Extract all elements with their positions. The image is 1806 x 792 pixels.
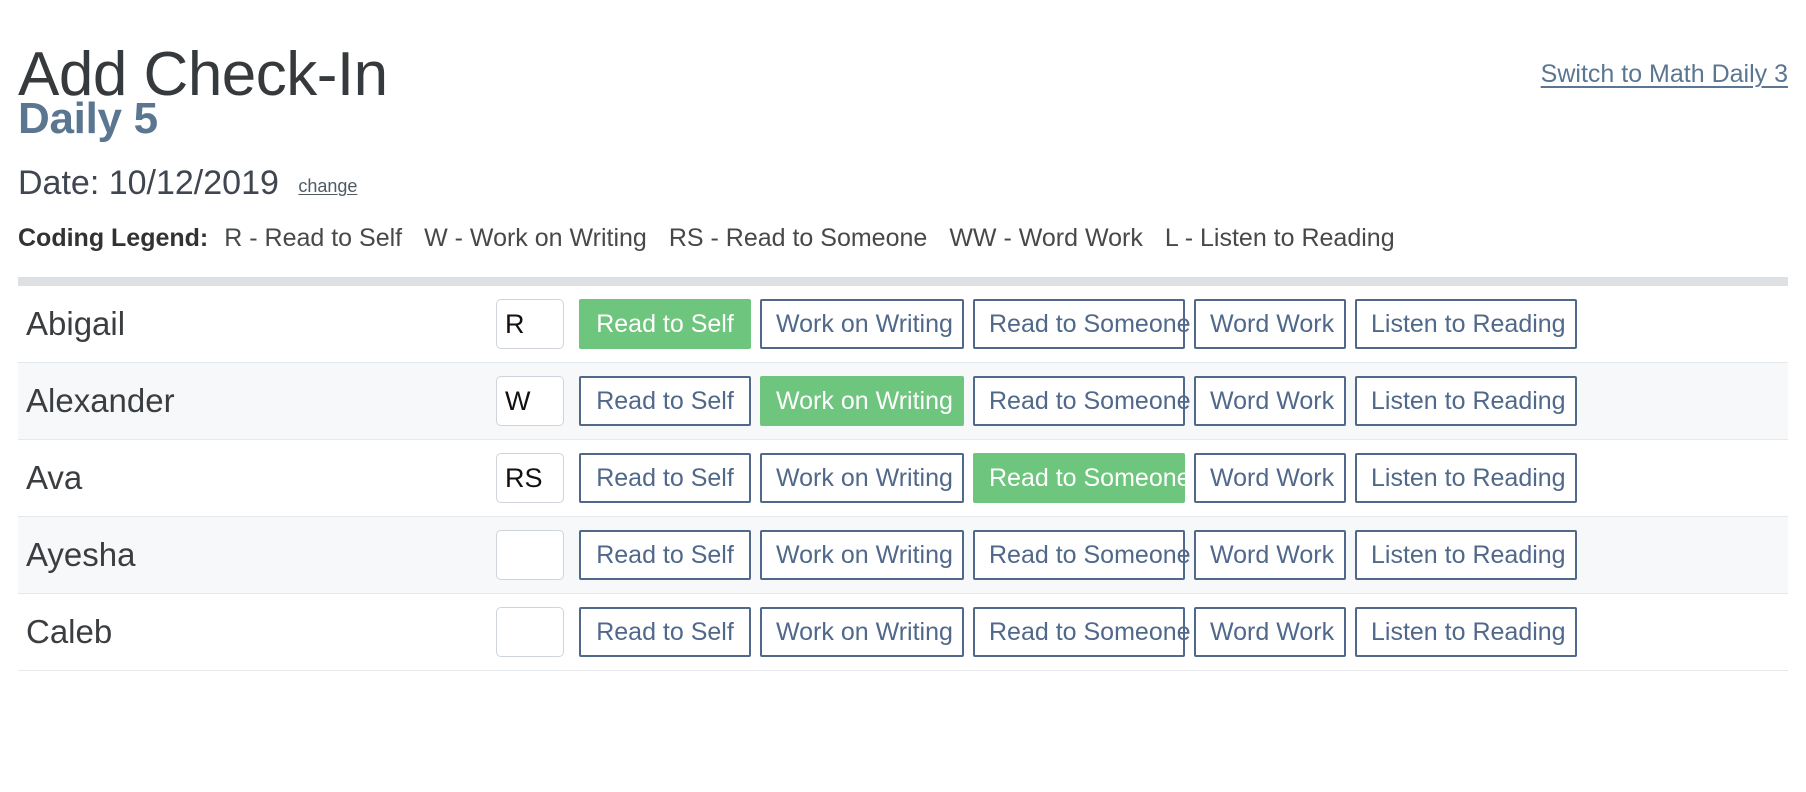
- activity-code-input[interactable]: [496, 453, 564, 503]
- student-checkin-rows: AbigailRead to SelfWork on WritingRead t…: [18, 286, 1788, 671]
- activity-button-read-to-self[interactable]: Read to Self: [579, 299, 751, 349]
- activity-button-listen-to-reading[interactable]: Listen to Reading: [1355, 530, 1577, 580]
- student-name-cell: Ayesha: [18, 517, 496, 594]
- student-checkin-table: AbigailRead to SelfWork on WritingRead t…: [18, 286, 1788, 671]
- student-controls-cell: Read to SelfWork on WritingRead to Someo…: [496, 517, 1788, 594]
- activity-controls: Read to SelfWork on WritingRead to Someo…: [496, 530, 1788, 580]
- switch-to-math-daily-3-link[interactable]: Switch to Math Daily 3: [1541, 62, 1788, 87]
- table-row: Ava Read to SelfWork on WritingRead to So…: [18, 440, 1788, 517]
- date-label: Date:: [18, 164, 99, 202]
- activity-code-input[interactable]: [496, 530, 564, 580]
- student-name: Ava: [26, 459, 82, 496]
- activity-button-read-to-someone[interactable]: Read to Someone: [973, 530, 1185, 580]
- section-divider: [18, 277, 1788, 286]
- activity-button-listen-to-reading[interactable]: Listen to Reading: [1355, 299, 1577, 349]
- activity-button-read-to-someone[interactable]: Read to Someone: [973, 376, 1185, 426]
- student-name: Ayesha: [26, 536, 135, 573]
- student-name: Abigail: [26, 305, 125, 342]
- page-title: Add Check-In: [18, 44, 388, 106]
- table-row: Abigail Read to SelfWork on WritingRead t…: [18, 286, 1788, 363]
- activity-button-read-to-self[interactable]: Read to Self: [579, 453, 751, 503]
- activity-button-work-on-writing[interactable]: Work on Writing: [760, 453, 964, 503]
- student-controls-cell: Read to SelfWork on WritingRead to Someo…: [496, 594, 1788, 671]
- page-header: Add Check-In Switch to Math Daily 3: [18, 0, 1788, 96]
- activity-button-read-to-self[interactable]: Read to Self: [579, 376, 751, 426]
- student-controls-cell: Read to SelfWork on WritingRead to Someo…: [496, 440, 1788, 517]
- legend-item-read-to-self: R - Read to Self: [224, 224, 402, 252]
- student-name-cell: Abigail: [18, 286, 496, 363]
- activity-button-listen-to-reading[interactable]: Listen to Reading: [1355, 453, 1577, 503]
- activity-button-work-on-writing[interactable]: Work on Writing: [760, 299, 964, 349]
- table-row: Alexander Read to SelfWork on WritingRead…: [18, 363, 1788, 440]
- activity-button-word-work[interactable]: Word Work: [1194, 607, 1346, 657]
- activity-controls: Read to SelfWork on WritingRead to Someo…: [496, 376, 1788, 426]
- activity-button-work-on-writing[interactable]: Work on Writing: [760, 530, 964, 580]
- legend-item-word-work: WW - Word Work: [949, 224, 1143, 252]
- activity-code-input[interactable]: [496, 607, 564, 657]
- activity-button-read-to-self[interactable]: Read to Self: [579, 607, 751, 657]
- student-name-cell: Alexander: [18, 363, 496, 440]
- activity-code-input[interactable]: [496, 376, 564, 426]
- student-controls-cell: Read to SelfWork on WritingRead to Someo…: [496, 286, 1788, 363]
- student-name-cell: Caleb: [18, 594, 496, 671]
- coding-legend: Coding Legend: R - Read to Self W - Work o…: [18, 226, 1788, 251]
- student-name-cell: Ava: [18, 440, 496, 517]
- table-row: Ayesha Read to SelfWork on WritingRead to…: [18, 517, 1788, 594]
- activity-button-work-on-writing[interactable]: Work on Writing: [760, 607, 964, 657]
- legend-item-work-on-writing: W - Work on Writing: [424, 224, 647, 252]
- activity-button-listen-to-reading[interactable]: Listen to Reading: [1355, 607, 1577, 657]
- table-row: Caleb Read to SelfWork on WritingRead to …: [18, 594, 1788, 671]
- activity-button-read-to-someone[interactable]: Read to Someone: [973, 607, 1185, 657]
- activity-button-word-work[interactable]: Word Work: [1194, 299, 1346, 349]
- coding-legend-label: Coding Legend:: [18, 224, 208, 252]
- activity-code-input[interactable]: [496, 299, 564, 349]
- activity-button-word-work[interactable]: Word Work: [1194, 453, 1346, 503]
- activity-button-word-work[interactable]: Word Work: [1194, 530, 1346, 580]
- legend-item-read-to-someone: RS - Read to Someone: [669, 224, 927, 252]
- student-controls-cell: Read to SelfWork on WritingRead to Someo…: [496, 363, 1788, 440]
- student-name: Alexander: [26, 382, 175, 419]
- change-date-link[interactable]: change: [298, 176, 357, 196]
- activity-button-listen-to-reading[interactable]: Listen to Reading: [1355, 376, 1577, 426]
- activity-controls: Read to SelfWork on WritingRead to Someo…: [496, 453, 1788, 503]
- activity-button-work-on-writing[interactable]: Work on Writing: [760, 376, 964, 426]
- activity-button-read-to-someone[interactable]: Read to Someone: [973, 453, 1185, 503]
- activity-button-word-work[interactable]: Word Work: [1194, 376, 1346, 426]
- activity-controls: Read to SelfWork on WritingRead to Someo…: [496, 607, 1788, 657]
- add-checkin-page: Add Check-In Switch to Math Daily 3 Dail…: [0, 0, 1806, 792]
- date-value: 10/12/2019: [109, 164, 279, 202]
- activity-controls: Read to SelfWork on WritingRead to Someo…: [496, 299, 1788, 349]
- activity-button-read-to-someone[interactable]: Read to Someone: [973, 299, 1185, 349]
- date-line: Date: 10/12/2019 change: [18, 166, 1788, 200]
- activity-button-read-to-self[interactable]: Read to Self: [579, 530, 751, 580]
- legend-item-listen-to-reading: L - Listen to Reading: [1165, 224, 1395, 252]
- student-name: Caleb: [26, 613, 112, 650]
